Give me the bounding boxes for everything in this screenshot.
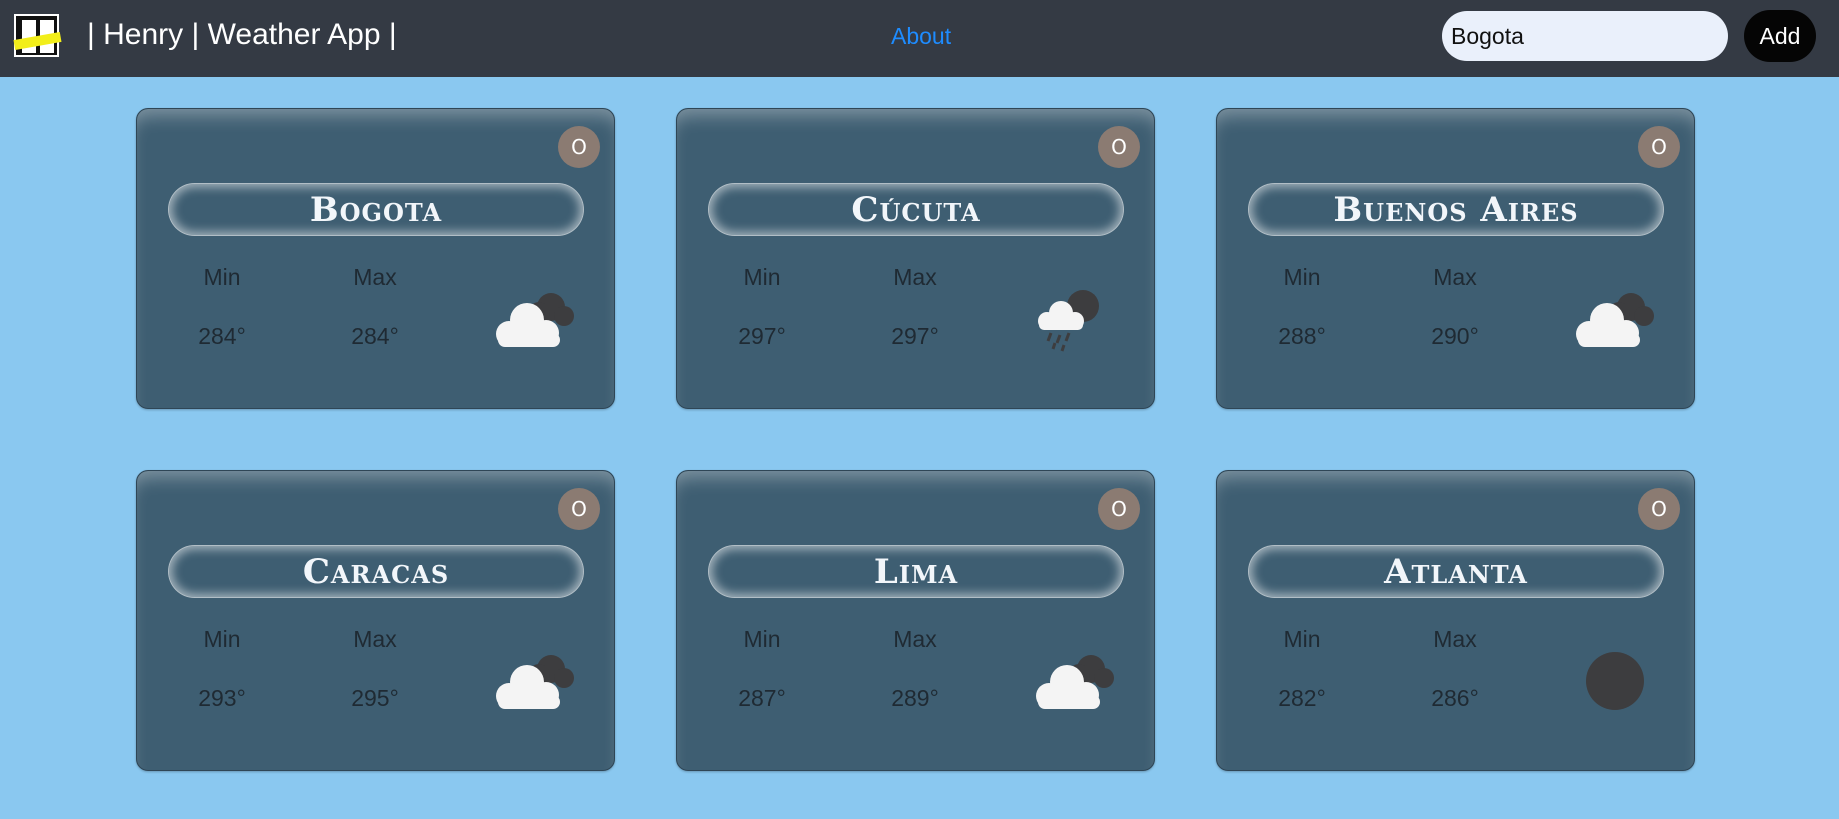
close-card-button[interactable]: O xyxy=(558,126,600,168)
city-name: Bogota xyxy=(168,183,584,236)
min-temp: 287° xyxy=(738,685,786,711)
city-name: Buenos Aires xyxy=(1248,183,1664,236)
city-card: O Atlanta Min Max 282° 286° xyxy=(1216,470,1695,771)
city-search-input[interactable] xyxy=(1442,11,1728,61)
close-card-button[interactable]: O xyxy=(558,488,600,530)
cloud-icon xyxy=(496,655,574,709)
min-label: Min xyxy=(1283,626,1321,652)
min-label: Min xyxy=(1283,264,1321,290)
close-card-button[interactable]: O xyxy=(1638,126,1680,168)
city-card: O Bogota Min Max 284° 284° xyxy=(136,108,615,409)
min-temp: 288° xyxy=(1278,323,1326,349)
cloud-icon xyxy=(1576,293,1654,347)
max-label: Max xyxy=(353,626,397,652)
max-label: Max xyxy=(893,626,937,652)
close-card-button[interactable]: O xyxy=(1098,488,1140,530)
min-label: Min xyxy=(743,264,781,290)
city-card: O Caracas Min Max 293° 295° xyxy=(136,470,615,771)
add-button[interactable]: Add xyxy=(1744,10,1816,62)
max-temp: 295° xyxy=(351,685,399,711)
close-card-button[interactable]: O xyxy=(1638,488,1680,530)
brand-title: | Henry | Weather App | xyxy=(87,18,397,51)
max-label: Max xyxy=(1433,626,1477,652)
max-temp: 290° xyxy=(1431,323,1479,349)
min-temp: 284° xyxy=(198,323,246,349)
max-label: Max xyxy=(893,264,937,290)
min-label: Min xyxy=(203,264,241,290)
min-temp: 282° xyxy=(1278,685,1326,711)
max-temp: 284° xyxy=(351,323,399,349)
city-card: O Cúcuta Min Max 297° 297° xyxy=(676,108,1155,409)
city-name: Lima xyxy=(708,545,1124,598)
min-label: Min xyxy=(203,626,241,652)
min-temp: 297° xyxy=(738,323,786,349)
max-temp: 289° xyxy=(891,685,939,711)
max-temp: 286° xyxy=(1431,685,1479,711)
max-temp: 297° xyxy=(891,323,939,349)
max-label: Max xyxy=(353,264,397,290)
min-label: Min xyxy=(743,626,781,652)
cloud-icon xyxy=(1036,655,1114,709)
about-link[interactable]: About xyxy=(891,23,951,50)
city-name: Cúcuta xyxy=(708,183,1124,236)
dark-circle-icon xyxy=(1586,652,1644,710)
city-name: Caracas xyxy=(168,545,584,598)
henry-logo-icon[interactable] xyxy=(13,14,62,57)
city-card: O Buenos Aires Min Max 288° 290° xyxy=(1216,108,1695,409)
min-temp: 293° xyxy=(198,685,246,711)
max-label: Max xyxy=(1433,264,1477,290)
rain-cloud-icon xyxy=(1038,290,1099,352)
city-card: O Lima Min Max 287° 289° xyxy=(676,470,1155,771)
city-name: Atlanta xyxy=(1248,545,1664,598)
navbar: | Henry | Weather App | About Add xyxy=(0,0,1839,77)
cloud-icon xyxy=(496,293,574,347)
close-card-button[interactable]: O xyxy=(1098,126,1140,168)
